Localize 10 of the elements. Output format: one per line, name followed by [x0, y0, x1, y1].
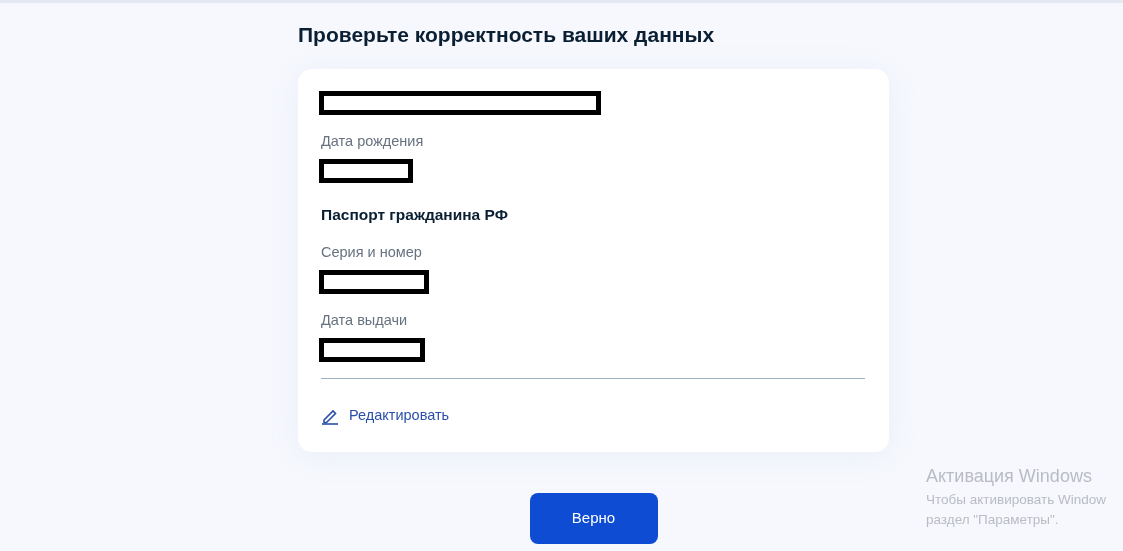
- field-label: Серия и номер: [321, 243, 423, 263]
- field-label: Дата рождения: [321, 132, 425, 152]
- page-title: Проверьте корректность ваших данных: [298, 22, 716, 48]
- notice-title: Активация Windows: [926, 465, 1093, 488]
- section-title: Паспорт гражданина РФ: [321, 204, 509, 225]
- field-label: Дата выдачи: [321, 310, 409, 330]
- confirm-button[interactable]: Верно: [529, 492, 658, 544]
- notice-text: раздел "Параметры".: [926, 510, 1060, 529]
- notice-text: Чтобы активировать Window: [926, 491, 1106, 509]
- edit-link[interactable]: Редактировать: [321, 404, 450, 427]
